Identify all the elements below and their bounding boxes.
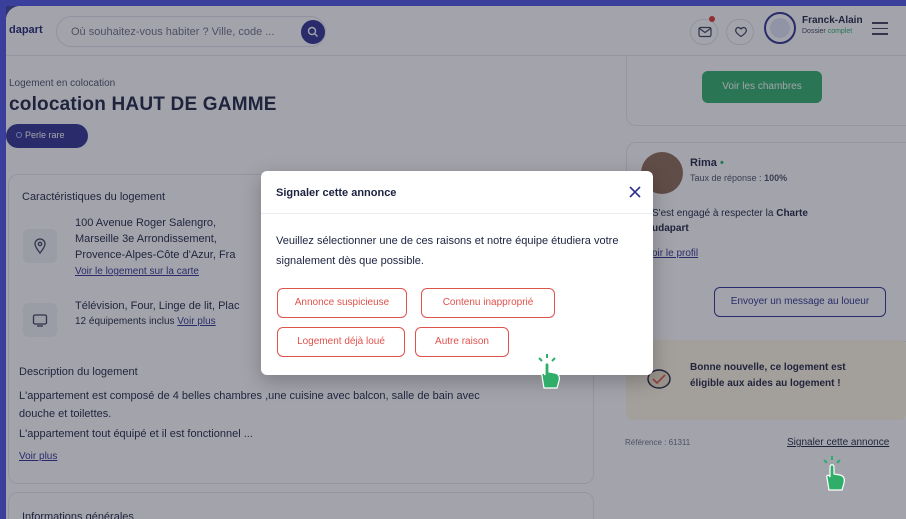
close-icon[interactable] [627,184,643,200]
modal-message: Veuillez sélectionner une de ces raisons… [276,235,619,267]
modal-title: Signaler cette annonce [276,187,397,199]
reason-other-button[interactable]: Autre raison [415,327,509,357]
pointer-hand-icon [538,354,560,389]
report-modal: Signaler cette annonce Veuillez sélectio… [261,171,653,375]
pointer-hand-icon [823,456,845,491]
reason-already-rented-button[interactable]: Logement déjà loué [277,327,405,357]
reason-inappropriate-button[interactable]: Contenu inapproprié [421,288,555,318]
reason-suspicious-button[interactable]: Annonce suspicieuse [277,288,407,318]
modal-divider [261,213,653,214]
